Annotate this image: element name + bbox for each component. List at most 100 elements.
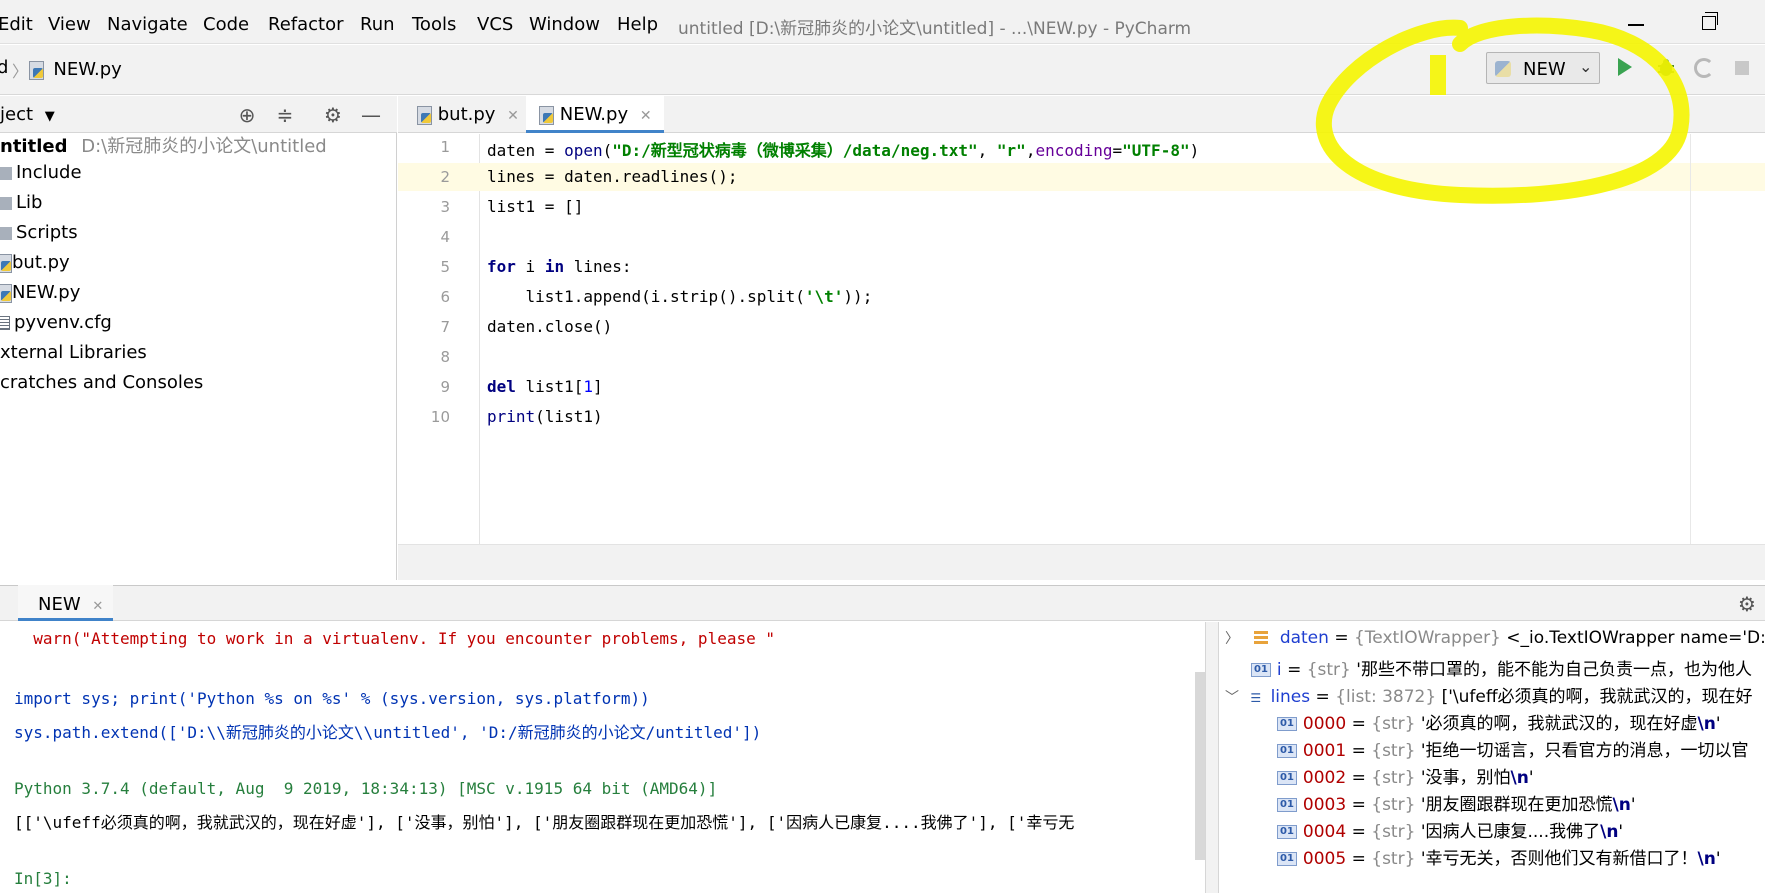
line-number: 3 bbox=[440, 198, 450, 216]
menu-code[interactable]: Code bbox=[203, 14, 249, 35]
chevron-right-icon[interactable]: 〉 bbox=[1225, 631, 1239, 647]
project-view-selector[interactable]: ject ▼ bbox=[0, 104, 55, 125]
list-item-0004[interactable]: 01 0004 = {str} '因病人已康复....我佛了\n' bbox=[1277, 817, 1623, 842]
tree-root-path: D:\新冠肺炎的小论文\untitled bbox=[81, 136, 327, 157]
tab-but-py[interactable]: but.py ✕ bbox=[412, 96, 519, 133]
menu-window[interactable]: Window bbox=[529, 14, 600, 35]
code-line-7: daten.close() bbox=[487, 317, 613, 336]
console-line: import sys; print('Python %s on %s' % (s… bbox=[14, 689, 650, 708]
line-number: 10 bbox=[430, 408, 450, 426]
menu-navigate[interactable]: Navigate bbox=[107, 14, 188, 35]
tree-item-scripts[interactable]: Scripts bbox=[0, 222, 78, 250]
project-header: ject ▼ ⊕ ≑ ⚙ — bbox=[0, 96, 397, 133]
tab-label: NEW.py bbox=[559, 104, 629, 125]
menu-help[interactable]: Help bbox=[617, 14, 658, 35]
line-number: 8 bbox=[440, 348, 450, 366]
tree-item-label: xternal Libraries bbox=[0, 342, 147, 363]
console-scrollbar[interactable] bbox=[1195, 672, 1205, 860]
tree-item-pyvenv-cfg[interactable]: pyvenv.cfg bbox=[0, 312, 112, 340]
project-view-label: ject bbox=[0, 104, 34, 125]
menu-refactor[interactable]: Refactor bbox=[268, 14, 344, 35]
window-title: untitled [D:\新冠肺炎的小论文\untitled] - ...\NE… bbox=[678, 19, 1192, 39]
tree-root[interactable]: ntitled D:\新冠肺炎的小论文\untitled bbox=[0, 132, 327, 160]
menu-tools[interactable]: Tools bbox=[412, 14, 456, 35]
breadcrumb-root[interactable]: d bbox=[0, 57, 8, 78]
console-line: warn("Attempting to work in a virtualenv… bbox=[14, 629, 775, 648]
menu-vcs[interactable]: VCS bbox=[477, 14, 513, 35]
variable-row-daten[interactable]: 〉 daten = {TextIOWrapper} <_io.TextIOWra… bbox=[1225, 628, 1765, 648]
code-line-10: print(list1) bbox=[487, 407, 603, 426]
code-line-9: del list1[1] bbox=[487, 377, 603, 396]
string-icon: 01 bbox=[1277, 744, 1297, 758]
variables-view: 〉 daten = {TextIOWrapper} <_io.TextIOWra… bbox=[1219, 622, 1765, 893]
string-icon: 01 bbox=[1251, 663, 1271, 677]
highlight-annotation bbox=[1315, 17, 1690, 204]
tree-item-label: NEW.py bbox=[12, 282, 81, 303]
list-item-0003[interactable]: 01 0003 = {str} '朋友圈跟群现在更加恐慌\n' bbox=[1277, 790, 1636, 815]
editor-gutter bbox=[398, 134, 480, 544]
caret-down-icon: ▼ bbox=[44, 109, 55, 124]
tab-new-py[interactable]: NEW.py ✕ bbox=[526, 96, 664, 133]
code-line-1: daten = open("D:/新型冠状病毒（微博采集）/data/neg.t… bbox=[487, 141, 1200, 160]
line-number: 2 bbox=[440, 168, 450, 186]
run-tab-new[interactable]: NEW ✕ bbox=[18, 585, 114, 621]
variable-row-i[interactable]: 01 i = {str} '那些不带口罩的，能不能为自己负责一点，也为他人 bbox=[1251, 655, 1752, 680]
line-number: 6 bbox=[440, 288, 450, 306]
list-item-0001[interactable]: 01 0001 = {str} '拒绝一切谣言，只看官方的消息，一切以官 bbox=[1277, 736, 1749, 761]
panel-splitter[interactable] bbox=[1205, 622, 1219, 893]
folder-icon bbox=[0, 226, 12, 240]
console-prompt[interactable]: In[3]: bbox=[14, 869, 72, 888]
python-file-icon bbox=[28, 61, 44, 80]
variable-row-lines[interactable]: ﹀ ☰ lines = {list: 3872} ['\ufeff必须真的啊，我… bbox=[1225, 682, 1753, 707]
python-file-icon bbox=[0, 254, 12, 273]
menu-run[interactable]: Run bbox=[360, 14, 395, 35]
close-icon[interactable]: ✕ bbox=[507, 108, 519, 124]
tree-item-new-py[interactable]: NEW.py bbox=[0, 282, 80, 310]
gear-icon[interactable]: ⚙ bbox=[322, 104, 344, 126]
code-line-2: lines = daten.readlines(); bbox=[487, 167, 738, 186]
list-item-0000[interactable]: 01 0000 = {str} '必须真的啊，我就武汉的，现在好虚\n' bbox=[1277, 709, 1721, 734]
tree-item-lib[interactable]: Lib bbox=[0, 192, 42, 220]
python-file-icon bbox=[538, 106, 554, 125]
close-icon[interactable]: ✕ bbox=[640, 108, 652, 124]
console-line: Python 3.7.4 (default, Aug 9 2019, 18:34… bbox=[14, 779, 718, 798]
tree-root-name: ntitled bbox=[0, 136, 68, 157]
collapse-all-icon[interactable]: ≑ bbox=[274, 104, 296, 126]
coverage-icon[interactable] bbox=[1694, 58, 1714, 78]
gear-icon[interactable]: ⚙ bbox=[1738, 592, 1756, 616]
restore-icon[interactable] bbox=[1702, 12, 1718, 30]
tree-item-but-py[interactable]: but.py bbox=[0, 252, 70, 280]
locate-icon[interactable]: ⊕ bbox=[236, 104, 258, 126]
breadcrumb-separator-icon: 〉 bbox=[12, 62, 29, 81]
chevron-down-icon[interactable]: ﹀ bbox=[1225, 690, 1239, 706]
python-file-icon bbox=[0, 284, 12, 303]
line-number: 7 bbox=[440, 318, 450, 336]
run-tab-label: NEW bbox=[38, 594, 81, 615]
tree-item-label: cratches and Consoles bbox=[0, 372, 204, 393]
hide-icon[interactable]: — bbox=[360, 104, 382, 126]
tree-item-label: Lib bbox=[16, 192, 43, 213]
code-line-3: list1 = [] bbox=[487, 197, 584, 216]
tree-item-label: pyvenv.cfg bbox=[14, 312, 112, 333]
list-item-0005[interactable]: 01 0005 = {str} '幸亏无关，否则他们又有新借口了！\n' bbox=[1277, 844, 1721, 869]
menu-view[interactable]: View bbox=[48, 14, 91, 35]
stop-icon[interactable] bbox=[1735, 61, 1749, 75]
python-file-icon bbox=[416, 106, 432, 125]
code-line-6: list1.append(i.strip().split('\t')); bbox=[487, 287, 873, 306]
line-number: 1 bbox=[440, 138, 450, 156]
list-item-0002[interactable]: 01 0002 = {str} '没事，别怕\n' bbox=[1277, 763, 1534, 788]
folder-icon bbox=[0, 196, 12, 210]
line-number: 9 bbox=[440, 378, 450, 396]
close-icon[interactable]: ✕ bbox=[92, 599, 103, 614]
line-number: 5 bbox=[440, 258, 450, 276]
console-output[interactable]: warn("Attempting to work in a virtualenv… bbox=[0, 622, 1205, 893]
string-icon: 01 bbox=[1277, 771, 1297, 785]
object-icon bbox=[1254, 631, 1269, 645]
config-file-icon bbox=[0, 316, 10, 330]
tree-item-scratches[interactable]: cratches and Consoles bbox=[0, 372, 203, 400]
tree-item-include[interactable]: Include bbox=[0, 162, 82, 190]
menu-edit[interactable]: Edit bbox=[0, 14, 33, 35]
string-icon: 01 bbox=[1277, 798, 1297, 812]
breadcrumb-file[interactable]: NEW.py bbox=[28, 59, 122, 80]
tree-item-external-libraries[interactable]: xternal Libraries bbox=[0, 342, 147, 370]
